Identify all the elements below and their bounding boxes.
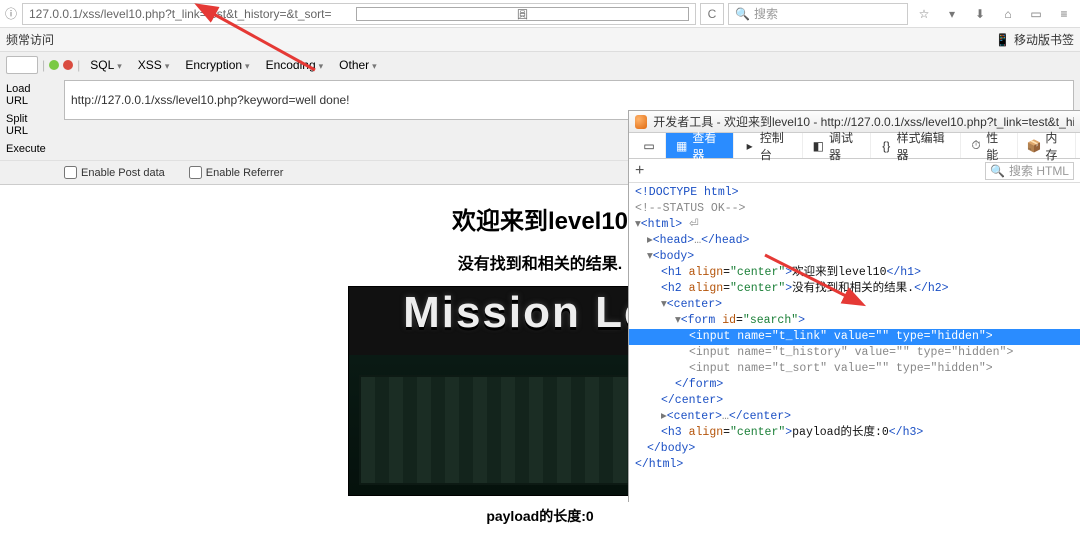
- mobile-bookmarks-label[interactable]: 移动版书签: [1014, 31, 1074, 48]
- firefox-icon: [635, 115, 647, 129]
- window-icon[interactable]: ▭: [1024, 3, 1048, 25]
- payload-length: payload的长度:0: [0, 496, 1080, 536]
- load-url-button[interactable]: Load URL: [0, 80, 58, 110]
- devtools-panel: 开发者工具 - 欢迎来到level10 - http://127.0.0.1/x…: [628, 110, 1080, 502]
- hackbar-tab-icon[interactable]: [6, 56, 38, 74]
- menu-encryption[interactable]: Encryption: [179, 56, 255, 74]
- menu-encoding[interactable]: Encoding: [260, 56, 330, 74]
- search-icon: 🔍: [735, 7, 750, 21]
- tab-style[interactable]: {}样式编辑器: [871, 133, 961, 158]
- menu-xss[interactable]: XSS: [132, 56, 176, 74]
- split-url-button[interactable]: Split URL: [0, 110, 58, 140]
- enable-referrer-checkbox[interactable]: Enable Referrer: [189, 166, 284, 179]
- enable-post-checkbox[interactable]: Enable Post data: [64, 166, 165, 179]
- menu-sql[interactable]: SQL: [84, 56, 128, 74]
- dot-green-icon: [49, 60, 59, 70]
- selected-node[interactable]: <input name="t_link" value="" type="hidd…: [629, 329, 1080, 345]
- bookmarks-label[interactable]: 频常访问: [6, 31, 54, 48]
- execute-button[interactable]: Execute: [0, 140, 58, 158]
- pick-element-icon[interactable]: ▭: [633, 133, 666, 158]
- html-search-input[interactable]: 🔍 搜索 HTML: [985, 162, 1074, 180]
- menu-other[interactable]: Other: [333, 56, 383, 74]
- dot-red-icon: [63, 60, 73, 70]
- reader-icon[interactable]: 圓: [356, 7, 689, 21]
- dom-tree[interactable]: <!DOCTYPE html> <!--STATUS OK--> ▾<html>…: [629, 183, 1080, 502]
- pocket-icon[interactable]: ▾: [940, 3, 964, 25]
- url-bar[interactable]: 127.0.0.1/xss/level10.php?t_link=test&t_…: [22, 3, 696, 25]
- mobile-bookmarks-icon[interactable]: 📱: [995, 33, 1010, 47]
- tab-memory[interactable]: 📦内存: [1018, 133, 1076, 158]
- menu-icon[interactable]: ≡: [1052, 3, 1076, 25]
- star-icon[interactable]: ☆: [912, 3, 936, 25]
- url-text: 127.0.0.1/xss/level10.php?t_link=test&t_…: [29, 7, 356, 21]
- download-icon[interactable]: ⬇: [968, 3, 992, 25]
- new-node-icon[interactable]: +: [635, 162, 644, 180]
- info-icon[interactable]: ⓘ: [4, 7, 18, 21]
- tab-performance[interactable]: ⏱性能: [961, 133, 1019, 158]
- search-icon: 🔍: [990, 164, 1005, 178]
- home-icon[interactable]: ⌂: [996, 3, 1020, 25]
- search-input[interactable]: 🔍 搜索: [728, 3, 908, 25]
- tab-inspector[interactable]: ▦查看器: [666, 133, 734, 158]
- tab-console[interactable]: ▸控制台: [734, 133, 802, 158]
- tab-debugger[interactable]: ◧调试器: [803, 133, 871, 158]
- search-placeholder: 搜索: [754, 5, 778, 22]
- devtools-title-text: 开发者工具 - 欢迎来到level10 - http://127.0.0.1/x…: [653, 113, 1074, 130]
- refresh-icon[interactable]: C: [700, 3, 724, 25]
